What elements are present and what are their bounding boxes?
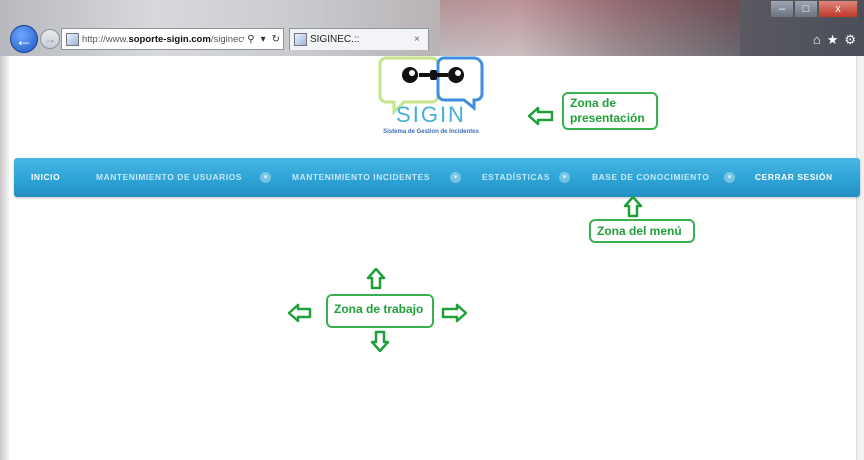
- tab-close-icon[interactable]: ×: [414, 34, 428, 45]
- arrow-right-icon: →: [44, 32, 56, 46]
- window-edge: [0, 56, 9, 460]
- arrow-left-icon: [288, 303, 312, 323]
- arrow-up-icon: [623, 196, 643, 218]
- menu-item-inicio[interactable]: INICIO: [31, 158, 60, 197]
- gear-icon[interactable]: ⚙: [844, 32, 856, 48]
- close-window-button[interactable]: x: [818, 0, 858, 18]
- presentation-zone-label-2: presentación: [570, 111, 645, 125]
- browser-tools: ⌂ ★ ⚙: [813, 32, 856, 48]
- vertical-scrollbar[interactable]: [856, 56, 864, 460]
- work-zone-callout: Zona de trabajo: [326, 294, 434, 328]
- logo-title: SIGIN: [396, 102, 466, 127]
- chevron-down-icon[interactable]: ▾: [450, 172, 461, 183]
- main-menu: INICIO MANTENIMIENTO DE USUARIOS ▾ MANTE…: [14, 158, 860, 197]
- back-button[interactable]: ←: [10, 25, 38, 53]
- tab-favicon: [294, 33, 307, 46]
- dropdown-icon[interactable]: ▾: [258, 34, 269, 45]
- menu-item-base-conocimiento[interactable]: BASE DE CONOCIMIENTO: [592, 158, 709, 197]
- star-icon[interactable]: ★: [827, 32, 839, 48]
- presentation-zone-label-1: Zona de: [570, 96, 617, 110]
- tab-title: SIGINEC.::: [310, 34, 360, 45]
- menu-item-estadisticas[interactable]: ESTADÍSTICAS: [482, 158, 550, 197]
- menu-zone-callout: Zona del menú: [589, 219, 695, 243]
- arrow-down-icon: [370, 330, 390, 352]
- maximize-button[interactable]: □: [794, 0, 818, 18]
- url-text[interactable]: http://www.soporte-sigin.com/siginecweb/…: [82, 34, 244, 45]
- home-icon[interactable]: ⌂: [813, 32, 821, 48]
- logo-subtitle: Sistema de Gestion de Incidentes: [383, 129, 479, 135]
- chevron-down-icon[interactable]: ▾: [559, 172, 570, 183]
- forward-button[interactable]: →: [40, 29, 60, 49]
- arrow-right-icon: [441, 303, 467, 323]
- arrow-left-icon: [528, 106, 554, 126]
- desktop-background: [440, 0, 740, 56]
- menu-item-mantenimiento-incidentes[interactable]: MANTENIMIENTO INCIDENTES: [292, 158, 430, 197]
- minimize-button[interactable]: –: [770, 0, 794, 18]
- work-zone-label: Zona de trabajo: [334, 302, 424, 316]
- chevron-down-icon[interactable]: ▾: [724, 172, 735, 183]
- browser-chrome: – □ x ← → http://www.soporte-sigin.com/s…: [0, 0, 864, 56]
- browser-tab[interactable]: SIGINEC.:: ×: [289, 28, 429, 50]
- chevron-down-icon[interactable]: ▾: [260, 172, 271, 183]
- menu-zone-label: Zona del menú: [597, 224, 682, 238]
- address-bar[interactable]: http://www.soporte-sigin.com/siginecweb/…: [61, 28, 284, 50]
- arrow-left-icon: ←: [15, 30, 33, 50]
- presentation-zone-callout: Zona de presentación: [562, 92, 658, 130]
- window-controls: – □ x: [770, 0, 858, 18]
- refresh-icon[interactable]: ↻: [269, 34, 283, 45]
- menu-item-mantenimiento-usuarios[interactable]: MANTENIMIENTO DE USUARIOS: [96, 158, 242, 197]
- menu-item-cerrar-sesion[interactable]: CERRAR SESIÓN: [755, 158, 833, 197]
- arrow-up-icon: [366, 268, 386, 290]
- page-icon: [66, 32, 79, 46]
- search-icon[interactable]: ⚲: [244, 34, 257, 45]
